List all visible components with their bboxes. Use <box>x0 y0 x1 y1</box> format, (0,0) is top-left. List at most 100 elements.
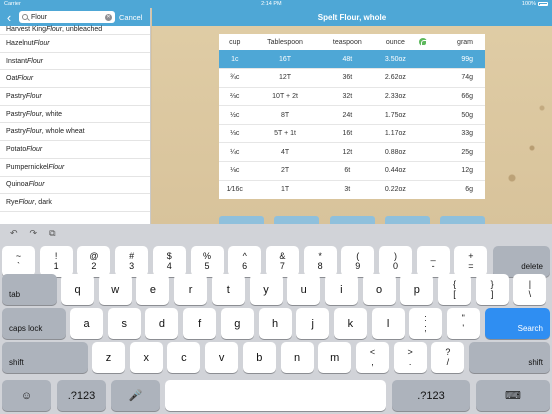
key-g[interactable]: g <box>220 308 254 339</box>
delete-key[interactable]: delete <box>493 246 550 277</box>
key-i[interactable]: i <box>324 274 358 305</box>
key-q[interactable]: q <box>61 274 94 305</box>
key-m[interactable]: m <box>318 342 352 373</box>
key-u[interactable]: u <box>287 274 321 305</box>
conversion-row[interactable]: ½c 8T 24t 1.75oz 50g <box>219 105 485 125</box>
key-`[interactable]: ~ ` <box>2 246 35 277</box>
key-/[interactable]: ? / <box>431 342 465 373</box>
search-icon <box>22 14 28 20</box>
bottom-tab[interactable] <box>384 216 430 224</box>
key-n[interactable]: n <box>280 342 314 373</box>
key-y[interactable]: y <box>249 274 283 305</box>
conversion-row[interactable]: ⅛c 2T 6t 0.44oz 12g <box>219 161 485 181</box>
key-p[interactable]: p <box>400 274 434 305</box>
key-8[interactable]: * 8 <box>303 246 337 277</box>
key-][interactable]: }] <box>475 274 509 305</box>
result-list-item[interactable]: Quinoa Flour <box>0 177 150 195</box>
conversion-row[interactable]: ¾c 12T 36t 2.62oz 74g <box>219 68 485 88</box>
conversion-row[interactable]: ⅓c 5T + 1t 16t 1.17oz 33g <box>219 123 485 143</box>
emoji-icon[interactable]: ☺ <box>2 380 51 411</box>
result-list-item[interactable]: Pastry Flour, whole wheat <box>0 123 150 142</box>
key-o[interactable]: o <box>362 274 396 305</box>
bottom-tab[interactable] <box>274 216 320 224</box>
bottom-tab[interactable] <box>219 216 264 224</box>
bottom-tab[interactable] <box>440 216 485 224</box>
result-list-item[interactable]: Harvest King Flour, unbleached <box>0 26 150 35</box>
microphone-icon[interactable]: 🎤 <box>111 380 160 411</box>
carrier-label: Carrier <box>4 1 21 7</box>
conversion-row[interactable]: 1c 16T 48t 3.50oz 99g <box>219 50 485 69</box>
result-list-item[interactable]: Hazelnut Flour <box>0 35 150 53</box>
key--[interactable]: _ - <box>416 246 450 277</box>
key-f[interactable]: f <box>183 308 217 339</box>
cell-ounce: 3.50oz <box>375 50 416 69</box>
key-r[interactable]: r <box>174 274 208 305</box>
space-key[interactable] <box>165 380 386 411</box>
key-2[interactable]: @2 <box>77 246 111 277</box>
key-l[interactable]: l <box>371 308 405 339</box>
key-e[interactable]: e <box>136 274 170 305</box>
key-v[interactable]: v <box>205 342 239 373</box>
key-b[interactable]: b <box>242 342 276 373</box>
key-.[interactable]: >. <box>393 342 427 373</box>
numbers-left-key[interactable]: .?123 <box>57 380 106 411</box>
paste-icon[interactable]: ⧉ <box>49 228 55 239</box>
key-s[interactable]: s <box>107 308 141 339</box>
key-'[interactable]: " ' <box>446 308 480 339</box>
key-k[interactable]: k <box>333 308 367 339</box>
dismiss-keyboard-icon[interactable]: ⌨ <box>476 380 550 411</box>
result-list-item[interactable]: Oat Flour <box>0 70 150 89</box>
key-[[interactable]: {[ <box>438 274 471 305</box>
back-chevron-icon[interactable]: ‹ <box>3 11 15 24</box>
key-\[interactable]: | \ <box>513 274 547 305</box>
result-list-item[interactable]: Pastry Flour <box>0 88 150 106</box>
key-6[interactable]: ^ 6 <box>228 246 262 277</box>
key-=[interactable]: + = <box>454 246 488 277</box>
result-list-item[interactable]: Instant Flour <box>0 53 150 71</box>
numbers-right-key[interactable]: .?123 <box>392 380 470 411</box>
key-w[interactable]: w <box>98 274 132 305</box>
result-text: Pastry <box>6 92 26 100</box>
cell-tablespoon: 16T <box>250 50 320 69</box>
key-5[interactable]: % 5 <box>190 246 224 277</box>
key-,[interactable]: <, <box>356 342 389 373</box>
key-7[interactable]: & 7 <box>265 246 299 277</box>
undo-icon[interactable]: ↶ <box>10 228 18 239</box>
leaf-icon[interactable] <box>419 38 428 46</box>
result-list-item[interactable]: Potato Flour <box>0 141 150 159</box>
redo-icon[interactable]: ↷ <box>30 228 38 239</box>
shift-right-key[interactable]: shift <box>469 342 550 373</box>
clear-icon[interactable]: ✕ <box>105 13 112 21</box>
key-z[interactable]: z <box>92 342 125 373</box>
key-a[interactable]: a <box>70 308 103 339</box>
key-4[interactable]: $4 <box>152 246 186 277</box>
search-input[interactable]: Flour ✕ <box>19 11 115 23</box>
key-1[interactable]: ! 1 <box>39 246 73 277</box>
key-0[interactable]: ) 0 <box>379 246 412 277</box>
key-t[interactable]: t <box>211 274 245 305</box>
conversion-row[interactable]: ¼c 4T 12t 0.88oz 25g <box>219 142 485 162</box>
conversion-row[interactable]: ⅔c 10T + 2t 32t 2.33oz 66g <box>219 86 485 106</box>
key-.-label: >. <box>407 347 413 367</box>
key-x[interactable]: x <box>129 342 163 373</box>
key-;[interactable]: :; <box>409 308 442 339</box>
key-3[interactable]: #3 <box>115 246 149 277</box>
key-j[interactable]: j <box>296 308 330 339</box>
search-key[interactable]: Search <box>485 308 550 339</box>
key-d[interactable]: d <box>145 308 179 339</box>
bottom-tab[interactable] <box>329 216 375 224</box>
shift-left-key[interactable]: shift <box>2 342 88 373</box>
result-list-item[interactable]: Pumpernickel Flour <box>0 159 150 177</box>
key-h[interactable]: h <box>258 308 292 339</box>
result-match: Flour <box>17 75 34 83</box>
key-3-label: #3 <box>129 251 135 271</box>
result-list-item[interactable]: Pastry Flour, white <box>0 106 150 124</box>
key-9[interactable]: (9 <box>341 246 375 277</box>
caps-lock-key[interactable]: caps lock <box>2 308 66 339</box>
cancel-button[interactable]: Cancel <box>119 13 142 22</box>
key-6-label: ^ 6 <box>242 251 248 271</box>
conversion-row[interactable]: 1⁄16c 1T 3t 0.22oz 6g <box>219 179 485 199</box>
result-list-item[interactable]: Rye Flour, dark <box>0 194 150 212</box>
key-c[interactable]: c <box>167 342 201 373</box>
tab-key[interactable]: tab <box>2 274 57 305</box>
